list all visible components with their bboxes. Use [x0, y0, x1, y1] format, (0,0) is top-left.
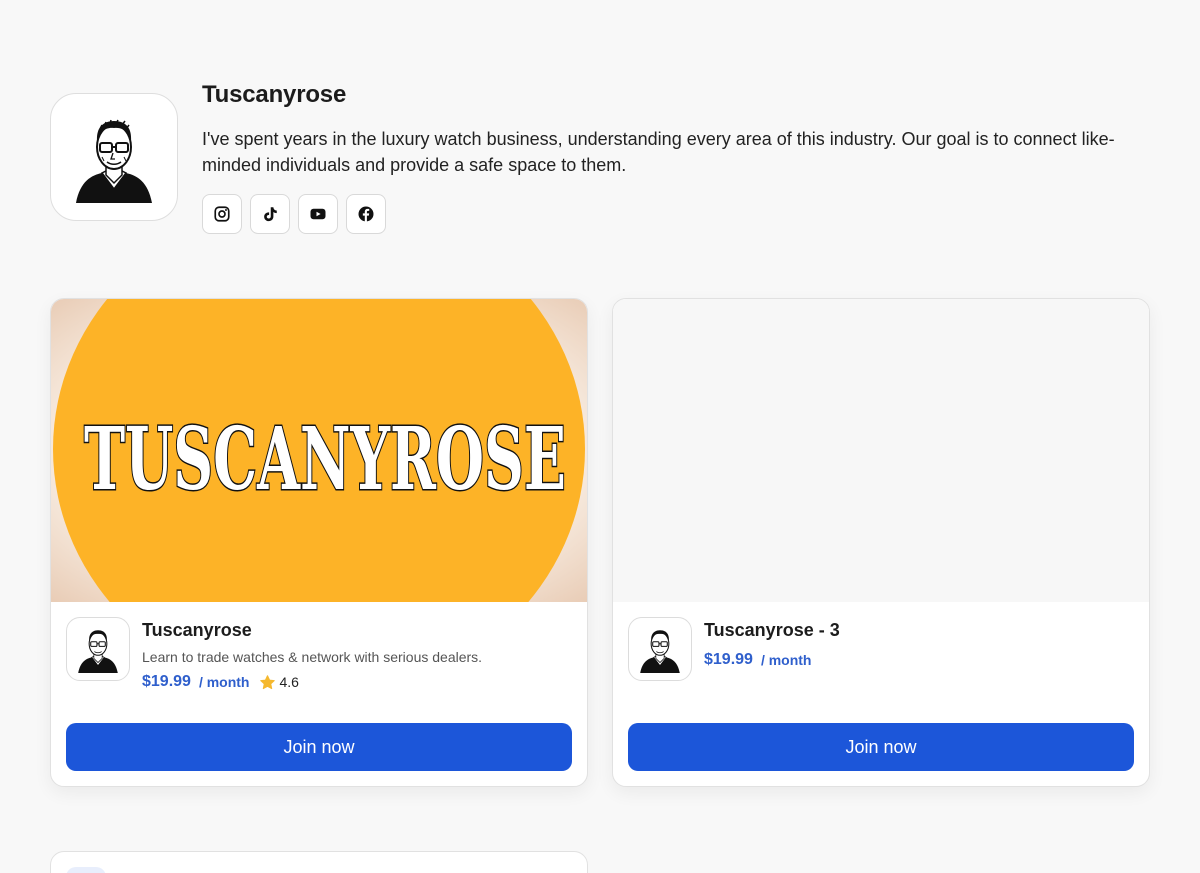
profile-info: Tuscanyrose I've spent years in the luxu… — [202, 80, 1142, 234]
community-avatar — [66, 867, 106, 873]
rating-value: 4.6 — [279, 674, 299, 690]
join-now-button[interactable]: Join now — [66, 723, 572, 771]
rating: 4.6 — [259, 674, 299, 691]
instagram-link[interactable] — [202, 194, 242, 234]
community-card[interactable] — [50, 851, 588, 873]
community-card[interactable]: Tuscanyrose - 3 $19.99 / month Join now — [612, 298, 1150, 787]
star-icon — [260, 674, 276, 689]
youtube-link[interactable] — [298, 194, 338, 234]
profile-name: Tuscanyrose — [202, 81, 347, 108]
instagram-icon — [214, 206, 230, 222]
price: $19.99 — [142, 673, 191, 690]
profile-bio: I've spent years in the luxury watch bus… — [202, 129, 1115, 175]
community-avatar — [66, 617, 130, 681]
community-title: Tuscanyrose — [142, 620, 252, 640]
svg-text:TUSCANYROSE: TUSCANYROSE — [84, 409, 566, 510]
billing-period: / month — [760, 652, 812, 668]
portrait-icon — [78, 630, 118, 673]
facebook-link[interactable] — [346, 194, 386, 234]
price: $19.99 — [704, 651, 753, 668]
price-row: $19.99 / month 4.6 — [142, 673, 299, 691]
community-card[interactable]: TUSCANYROSE Tuscanyrose Learn to trade w… — [50, 298, 588, 787]
profile-avatar — [50, 93, 178, 221]
community-avatar — [628, 617, 692, 681]
facebook-icon — [358, 206, 374, 222]
tiktok-link[interactable] — [250, 194, 290, 234]
portrait-icon — [640, 630, 680, 673]
price-row: $19.99 / month — [704, 651, 811, 669]
community-title: Tuscanyrose - 3 — [704, 620, 840, 640]
portrait-icon — [76, 119, 152, 203]
social-links — [202, 194, 1142, 234]
billing-period: / month — [198, 674, 250, 690]
join-now-button[interactable]: Join now — [628, 723, 1134, 771]
community-banner — [613, 299, 1149, 602]
community-banner: TUSCANYROSE — [51, 299, 587, 602]
youtube-icon — [310, 208, 326, 220]
banner-logo: TUSCANYROSE — [51, 299, 587, 602]
tiktok-icon — [264, 207, 277, 222]
creator-page: Tuscanyrose I've spent years in the luxu… — [0, 0, 1200, 873]
community-description: Learn to trade watches & network with se… — [142, 649, 483, 665]
